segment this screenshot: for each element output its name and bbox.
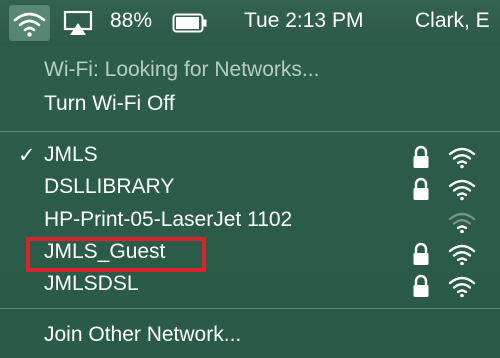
wifi-signal-icon: [447, 274, 477, 303]
network-name: DSLLIBRARY: [44, 175, 175, 198]
wifi-signal-icon: [447, 210, 477, 239]
lock-icon: [412, 177, 430, 206]
lock-icon: [412, 242, 430, 271]
menu-bar: 88% Tue 2:13 PM Clark, E: [0, 0, 500, 46]
wifi-signal-icon: [447, 242, 477, 271]
wifi-signal-icon: [447, 177, 477, 206]
network-item[interactable]: HP-Print-05-LaserJet 1102: [0, 208, 500, 238]
network-name: JMLS: [44, 143, 98, 166]
network-name: HP-Print-05-LaserJet 1102: [44, 208, 293, 231]
battery-percent: 88%: [110, 9, 153, 32]
join-other-network-item[interactable]: Join Other Network...: [44, 323, 241, 347]
battery-icon[interactable]: [172, 13, 208, 33]
annotation-highlight: [26, 237, 206, 272]
network-name: JMLSDSL: [44, 272, 139, 295]
separator: [0, 308, 500, 309]
turn-wifi-off-item[interactable]: Turn Wi-Fi Off: [44, 92, 175, 116]
wifi-status: Wi-Fi: Looking for Networks...: [44, 58, 320, 81]
wifi-signal-icon: [447, 145, 477, 174]
separator: [0, 131, 500, 132]
network-item[interactable]: JMLS: [0, 143, 500, 173]
lock-icon: [412, 145, 430, 174]
network-item[interactable]: JMLSDSL: [0, 272, 500, 302]
airplay-icon[interactable]: [63, 10, 93, 37]
wifi-menu-button[interactable]: [9, 5, 50, 41]
wifi-icon: [13, 12, 46, 37]
lock-icon: [412, 274, 430, 303]
wifi-dropdown-menu: Wi-Fi: Looking for Networks... Turn Wi-F…: [0, 46, 500, 358]
user-account[interactable]: Clark, E: [415, 9, 490, 33]
network-item[interactable]: DSLLIBRARY: [0, 175, 500, 205]
clock[interactable]: Tue 2:13 PM: [244, 9, 363, 33]
